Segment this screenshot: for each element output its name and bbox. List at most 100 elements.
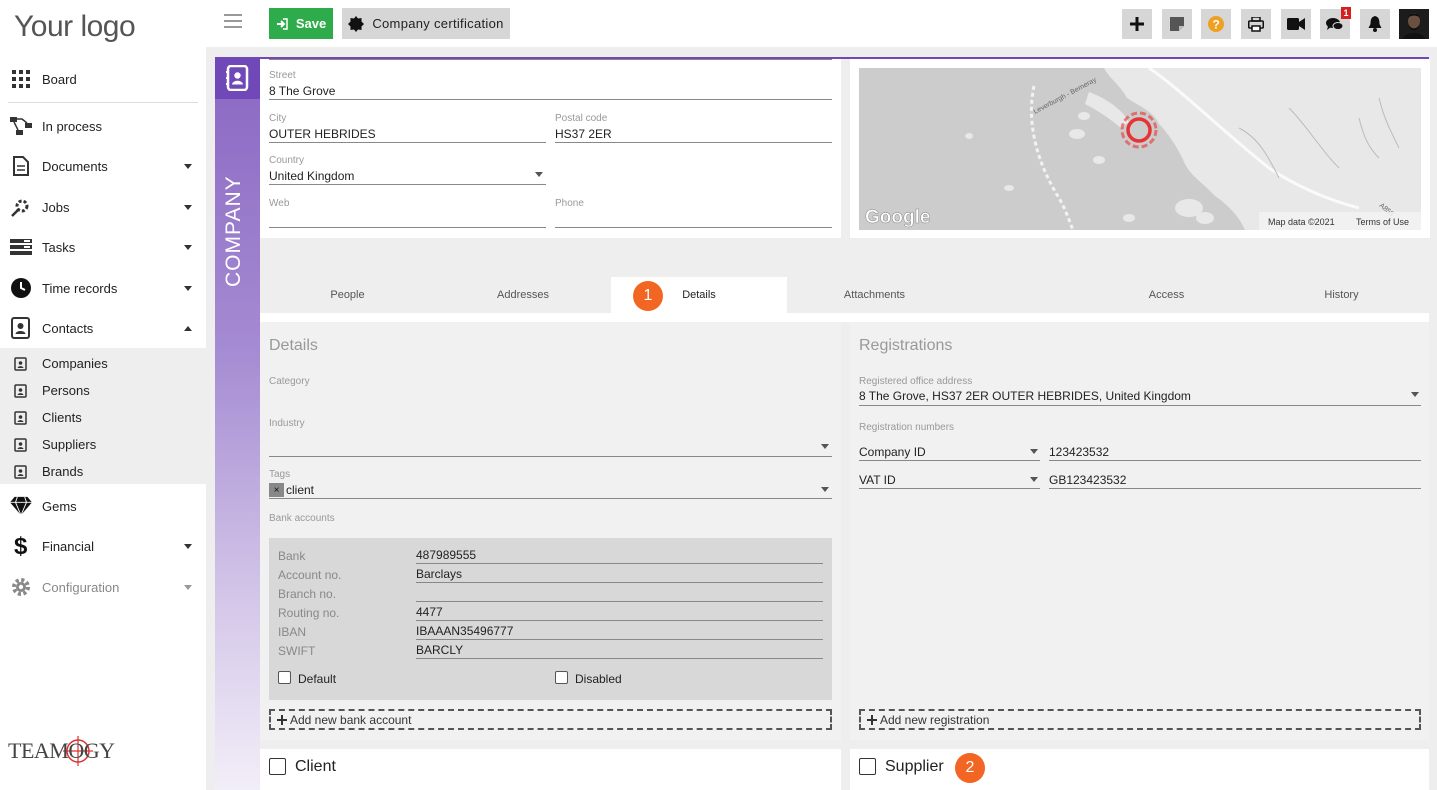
default-checkbox-label: Default xyxy=(298,672,337,686)
account-no-label: Account no. xyxy=(278,568,342,582)
nav-tasks[interactable]: Tasks xyxy=(0,229,206,265)
help-icon: ? xyxy=(1208,16,1224,32)
nav-jobs[interactable]: Jobs xyxy=(0,189,206,225)
bank-input[interactable]: 487989555 xyxy=(416,548,476,562)
plus-icon xyxy=(277,714,287,725)
country-select[interactable]: United Kingdom xyxy=(269,169,354,183)
city-underline xyxy=(269,142,546,143)
nav-in-process[interactable]: In process xyxy=(0,108,206,144)
app-logo: Your logo xyxy=(14,10,136,43)
disabled-checkbox[interactable] xyxy=(555,671,568,684)
sidebar: Your logo Board In process Documents Job… xyxy=(0,0,206,790)
tab-access[interactable]: Access xyxy=(1079,277,1254,313)
nav-gems[interactable]: Gems xyxy=(0,488,206,524)
svg-text:$: $ xyxy=(14,534,28,558)
registered-office-select[interactable]: 8 The Grove, HS37 2ER OUTER HEBRIDES, Un… xyxy=(859,389,1191,403)
tag-remove-button[interactable]: × xyxy=(269,483,284,497)
supplier-checkbox[interactable] xyxy=(859,758,876,775)
industry-label: Industry xyxy=(269,418,305,429)
sub-item-clients[interactable]: Clients xyxy=(0,404,206,431)
address-panel xyxy=(260,59,841,238)
nav-documents[interactable]: Documents xyxy=(0,148,206,184)
print-button[interactable] xyxy=(1241,9,1271,39)
tab-attachments[interactable]: Attachments xyxy=(787,277,962,313)
tags-select[interactable] xyxy=(269,498,832,499)
clock-icon xyxy=(10,277,32,299)
default-checkbox[interactable] xyxy=(278,671,291,684)
chat-button[interactable]: 1 xyxy=(1320,7,1351,39)
avatar[interactable] xyxy=(1399,9,1429,39)
terms-of-use-link[interactable]: Terms of Use xyxy=(1356,217,1409,227)
chat-badge: 1 xyxy=(1341,7,1351,19)
registered-office-underline xyxy=(859,405,1421,406)
client-checkbox[interactable] xyxy=(269,758,286,775)
postal-code-label: Postal code xyxy=(555,113,608,124)
registration-number-input[interactable]: 123423532 xyxy=(1049,445,1109,459)
company-side-strip: COMPANY xyxy=(215,57,260,790)
video-camera-icon xyxy=(1287,18,1305,30)
supplier-checkbox-label: Supplier xyxy=(885,758,944,775)
brand-logo-text: TEAMOGY xyxy=(8,738,115,763)
registration-number-input[interactable]: GB123423532 xyxy=(1049,473,1126,487)
registration-type-select[interactable]: Company ID xyxy=(859,445,926,459)
web-underline xyxy=(269,227,546,228)
account-no-input[interactable]: Barclays xyxy=(416,567,462,581)
plus-icon xyxy=(1130,17,1144,31)
registration-type-select[interactable]: VAT ID xyxy=(859,473,896,487)
menu-toggle-icon[interactable] xyxy=(224,14,242,30)
city-input[interactable]: OUTER HEBRIDES xyxy=(269,127,376,141)
web-label: Web xyxy=(269,198,290,209)
bank-label: Bank xyxy=(278,549,306,563)
company-certification-button[interactable]: Company certification xyxy=(342,8,510,39)
nav-documents-label: Documents xyxy=(42,158,108,174)
nav-jobs-label: Jobs xyxy=(42,199,70,215)
contact-card-icon xyxy=(14,410,27,425)
note-button[interactable] xyxy=(1162,9,1192,39)
sub-item-persons[interactable]: Persons xyxy=(0,377,206,404)
plus-icon xyxy=(867,714,877,725)
help-button[interactable]: ? xyxy=(1201,9,1231,39)
nav-contacts[interactable]: Contacts xyxy=(0,310,206,346)
street-label: Street xyxy=(269,70,296,81)
add-registration-button[interactable]: Add new registration xyxy=(859,709,1421,730)
workflow-icon xyxy=(10,115,32,137)
top-bar: Save Company certification ? 1 xyxy=(206,0,1437,47)
sub-item-brands[interactable]: Brands xyxy=(0,458,206,485)
street-underline xyxy=(269,99,832,100)
nav-board[interactable]: Board xyxy=(0,61,206,97)
add-bank-account-button[interactable]: Add new bank account xyxy=(269,709,832,730)
tab-people[interactable]: People xyxy=(260,277,435,313)
tab-history[interactable]: History xyxy=(1254,277,1429,313)
notifications-button[interactable] xyxy=(1360,9,1390,39)
swift-underline xyxy=(416,658,823,659)
save-button[interactable]: Save xyxy=(269,8,333,39)
swift-input[interactable]: BARCLY xyxy=(416,643,463,657)
client-row xyxy=(260,749,841,790)
nav-time-records[interactable]: Time records xyxy=(0,270,206,306)
registrations-section-title: Registrations xyxy=(859,337,953,354)
industry-select[interactable] xyxy=(269,456,832,457)
nav-financial[interactable]: $ Financial xyxy=(0,528,206,564)
contacts-icon xyxy=(10,317,32,339)
location-map[interactable]: Leverburgh - Berneray A859 Google Map da… xyxy=(859,68,1421,230)
sub-item-brands-label: Brands xyxy=(42,464,84,479)
nav-financial-label: Financial xyxy=(42,538,95,554)
chevron-down-icon xyxy=(535,172,543,177)
jobs-icon xyxy=(10,196,32,218)
details-section-title: Details xyxy=(269,337,318,354)
street-input[interactable]: 8 The Grove xyxy=(269,84,335,98)
sub-item-companies[interactable]: Companies xyxy=(0,350,206,377)
registration-number-underline xyxy=(1049,460,1421,461)
nav-configuration[interactable]: Configuration xyxy=(0,569,206,605)
registration-number-underline xyxy=(1049,488,1421,489)
routing-no-input[interactable]: 4477 xyxy=(416,605,443,619)
step-badge-1: 1 xyxy=(633,281,663,311)
postal-code-input[interactable]: HS37 2ER xyxy=(555,127,612,141)
tab-addresses[interactable]: Addresses xyxy=(435,277,611,313)
sub-item-suppliers[interactable]: Suppliers xyxy=(0,431,206,458)
company-strip-label: COMPANY xyxy=(222,175,245,287)
video-button[interactable] xyxy=(1281,9,1311,39)
chat-icon xyxy=(1326,18,1344,30)
iban-input[interactable]: IBAAAN35496777 xyxy=(416,624,513,638)
add-button[interactable] xyxy=(1122,9,1152,39)
